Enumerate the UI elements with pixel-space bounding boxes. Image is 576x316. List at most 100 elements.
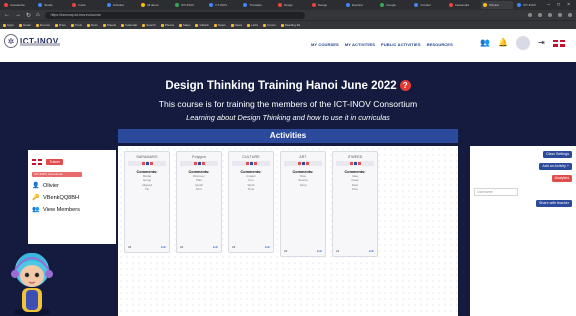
bookmark-item[interactable]: Calendar: [121, 23, 137, 27]
copy-icon[interactable]: [349, 162, 353, 165]
share-icon[interactable]: [145, 162, 149, 165]
activity-footer: 24 Edit: [180, 245, 218, 249]
back-icon[interactable]: ←: [4, 12, 10, 18]
bookmark-item[interactable]: Drive: [54, 23, 66, 27]
delete-icon[interactable]: [253, 162, 257, 165]
view-count: 23: [284, 249, 288, 253]
browser-tab[interactable]: Contact: [412, 1, 444, 9]
bookmark-item[interactable]: News: [230, 23, 242, 27]
edit-link[interactable]: Edit: [161, 245, 166, 249]
bookmark-item[interactable]: Links: [247, 23, 258, 27]
nav-resources[interactable]: RESOURCES: [427, 42, 453, 47]
browser-tab[interactable]: Studio: [36, 1, 68, 9]
tab-favicon-icon: [4, 3, 8, 7]
bookmark-label: Sheets: [106, 23, 117, 27]
forward-icon[interactable]: →: [15, 12, 21, 18]
close-icon[interactable]: ×: [567, 2, 570, 8]
share-with-teacher-button[interactable]: Share with teacher: [536, 200, 572, 207]
course-code[interactable]: VBenkQQ8BH: [43, 195, 79, 201]
delete-icon[interactable]: [201, 162, 205, 165]
bookmark-item[interactable]: Apps: [3, 23, 14, 27]
star-icon[interactable]: [528, 13, 532, 17]
browser-tab[interactable]: ICT-INOV: [515, 1, 547, 9]
reload-icon[interactable]: ↻: [26, 12, 31, 19]
extension-icon[interactable]: [538, 13, 542, 17]
browser-tab[interactable]: All about: [139, 1, 171, 9]
copy-icon[interactable]: [193, 162, 197, 165]
tab-title: Activities: [112, 3, 125, 7]
bookmark-item[interactable]: GitHub: [195, 23, 209, 27]
comment-text: Fine: [352, 187, 358, 192]
share-icon[interactable]: [197, 162, 201, 165]
nav-public-activities[interactable]: PUBLIC ACTIVITIES: [381, 42, 421, 47]
copy-icon[interactable]: [297, 162, 301, 165]
bookmark-label: Calendar: [125, 23, 138, 27]
copy-icon[interactable]: [141, 162, 145, 165]
members-row[interactable]: 👥 View Members: [32, 206, 112, 214]
avatar[interactable]: [515, 36, 530, 50]
bookmark-item[interactable]: Reading list: [280, 23, 300, 27]
activity-card[interactable]: ITWEED Comments: Idea Clear Note Fine 21 Edit: [332, 151, 378, 257]
edit-link[interactable]: Edit: [317, 249, 322, 253]
maximize-icon[interactable]: □: [557, 2, 560, 8]
activity-card[interactable]: SARAMARO Comments: Media Group Aligned Tip 26 E…: [124, 151, 170, 253]
teacher-username-input[interactable]: Username: [474, 188, 518, 196]
users-icon[interactable]: 👥: [480, 39, 490, 47]
nav-my-courses[interactable]: MY COURSES: [311, 42, 339, 47]
browser-tab[interactable]: Activities: [105, 1, 137, 9]
view-members-link[interactable]: View Members: [43, 207, 80, 213]
minimize-icon[interactable]: –: [547, 2, 550, 8]
bookmark-item[interactable]: Gmail: [18, 23, 31, 27]
bookmark-item[interactable]: Notes: [213, 23, 226, 27]
bookmark-item[interactable]: Photos: [160, 23, 174, 27]
course-actions-panel: Class Settings Add an Activity + Analyti…: [470, 146, 576, 316]
url-field[interactable]: https://inovmap.ict-inov.eu/course: [44, 11, 305, 19]
bookmark-item[interactable]: Maps: [179, 23, 190, 27]
menu-icon[interactable]: [568, 13, 572, 17]
bookmark-item[interactable]: Docs: [86, 23, 98, 27]
copy-icon[interactable]: [245, 162, 249, 165]
browser-tab[interactable]: Google: [378, 1, 410, 9]
home-icon[interactable]: ⌂: [36, 12, 40, 18]
share-icon[interactable]: [301, 162, 305, 165]
browser-tab[interactable]: CT-INOV: [207, 1, 239, 9]
browser-tab[interactable]: Design: [310, 1, 342, 9]
bookmark-item[interactable]: Sheets: [102, 23, 117, 27]
bookmark-item[interactable]: Search: [142, 23, 156, 27]
language-flag-icon[interactable]: [552, 39, 565, 47]
activity-card[interactable]: CULTURE Comments: Impact Fun Work Time 29 Edit: [228, 151, 274, 253]
tab-title: All about: [146, 3, 159, 7]
delete-icon[interactable]: [305, 162, 309, 165]
browser-tab[interactable]: ICT-INOV: [173, 1, 205, 9]
help-icon[interactable]: ?: [399, 80, 411, 91]
edit-link[interactable]: Edit: [213, 245, 218, 249]
extension-icon[interactable]: [548, 13, 552, 17]
browser-tab[interactable]: Cassandra: [447, 1, 479, 9]
edit-link[interactable]: Edit: [369, 249, 374, 253]
browser-tab[interactable]: Design: [276, 1, 308, 9]
activity-footer: 26 Edit: [128, 245, 166, 249]
delete-icon[interactable]: [357, 162, 361, 165]
share-icon[interactable]: [353, 162, 357, 165]
logout-icon[interactable]: ⇥: [538, 39, 545, 47]
browser-tab[interactable]: Invite: [70, 1, 102, 9]
browser-tab[interactable]: Shinkai: [480, 1, 514, 9]
browser-tab[interactable]: Cassandra: [2, 1, 34, 9]
class-settings-button[interactable]: Class Settings: [543, 151, 572, 158]
browser-tab[interactable]: Translate: [241, 1, 273, 9]
add-activity-button[interactable]: Add an Activity +: [539, 163, 572, 170]
activity-card[interactable]: Polygon Comments: Discover Plan Quick Run 24 Ed…: [176, 151, 222, 253]
nav-my-activities[interactable]: MY ACTIVITIES: [345, 42, 375, 47]
browser-tab[interactable]: Explorer: [344, 1, 376, 9]
analytics-button[interactable]: Analytics: [551, 175, 572, 182]
bookmark-item[interactable]: Tools: [70, 23, 82, 27]
bookmark-item[interactable]: Forms: [263, 23, 276, 27]
share-icon[interactable]: [249, 162, 253, 165]
activity-card[interactable]: ART Comments: Nice Source Jump 23 Edit: [280, 151, 326, 257]
delete-icon[interactable]: [149, 162, 153, 165]
profile-icon[interactable]: [558, 13, 562, 17]
bell-icon[interactable]: 🔔: [498, 39, 508, 47]
bookmark-icon: [263, 23, 267, 27]
edit-link[interactable]: Edit: [265, 245, 270, 249]
bookmark-item[interactable]: Forums: [35, 23, 50, 27]
